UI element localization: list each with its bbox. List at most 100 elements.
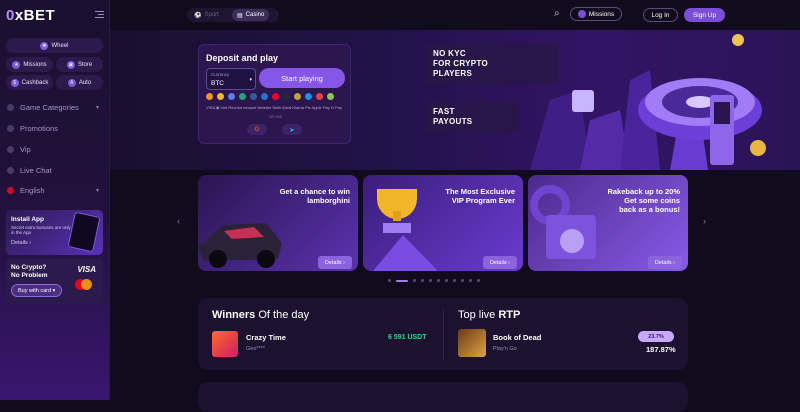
- trx-icon: [272, 93, 279, 100]
- pagination-dot[interactable]: [453, 279, 456, 282]
- promo-title: Rakeback up to 20% Get some coins back a…: [607, 187, 680, 214]
- doge-icon: [294, 93, 301, 100]
- pagination-dot[interactable]: [469, 279, 472, 282]
- crypto-icons-row: [206, 93, 334, 100]
- deposit-card: Deposit and play Currency BTC ▾ Start pl…: [198, 44, 351, 144]
- ltc-icon: [250, 93, 257, 100]
- missions-top-button[interactable]: Missions: [570, 7, 622, 21]
- sidebar-item-game-categories[interactable]: Game Categories: [7, 103, 104, 112]
- promo-card-lamborghini[interactable]: Get a chance to win lamborghini Details …: [198, 175, 358, 271]
- uk-flag-icon: [7, 187, 14, 194]
- pagination-dot[interactable]: [445, 279, 448, 282]
- pagination-dot[interactable]: [421, 279, 424, 282]
- sidebar-item-live-chat[interactable]: Live Chat: [7, 166, 52, 175]
- visa-logo: VISA: [77, 265, 96, 274]
- search-icon[interactable]: ⌕: [554, 8, 560, 19]
- pagination-dot[interactable]: [388, 279, 391, 282]
- casino-icon: ▤: [237, 12, 243, 19]
- deposit-title: Deposit and play: [206, 53, 279, 63]
- cashback-icon: $: [10, 78, 19, 87]
- promotions-icon: [7, 125, 14, 132]
- sport-icon: ⚽: [194, 12, 202, 19]
- carousel-pagination: [388, 279, 480, 282]
- store-icon: ▣: [66, 60, 75, 69]
- usdt-icon: [239, 93, 246, 100]
- coin-stack-image: [530, 185, 596, 259]
- avax-icon: [316, 93, 323, 100]
- phone-image: [67, 211, 101, 253]
- currency-select[interactable]: Currency BTC ▾: [206, 68, 256, 90]
- sidebar-item-vip[interactable]: Vip: [7, 145, 31, 154]
- car-image: [198, 223, 282, 268]
- promo-title: The Most Exclusive VIP Program Ever: [445, 187, 515, 205]
- missions-icon: [577, 10, 586, 18]
- rtp-heading: Top live RTP: [458, 309, 521, 321]
- promo-details-button[interactable]: Details ›: [647, 256, 682, 269]
- chevron-down-icon: ▾: [95, 188, 99, 194]
- book-of-dead-thumbnail[interactable]: [458, 329, 486, 357]
- signup-button[interactable]: Sign Up: [684, 8, 725, 22]
- wheel-button[interactable]: ✺ Wheel: [6, 38, 103, 53]
- winners-heading: Winners Of the day: [212, 309, 310, 321]
- store-button[interactable]: ▣ Store: [56, 57, 103, 72]
- cashback-button[interactable]: $ Cashback: [6, 75, 53, 90]
- sidebar-item-language[interactable]: English: [7, 186, 45, 195]
- auto-icon: A: [67, 78, 76, 87]
- missions-button[interactable]: ★ Missions: [6, 57, 53, 72]
- promo-details-button[interactable]: Details ›: [482, 256, 517, 269]
- eth-icon: [228, 93, 235, 100]
- game-categories-icon: [7, 104, 14, 111]
- chevron-down-icon: ▾: [95, 105, 99, 111]
- pagination-dot[interactable]: [477, 279, 480, 282]
- btc-icon: [206, 93, 213, 100]
- start-playing-button[interactable]: Start playing: [259, 68, 345, 88]
- google-login-button[interactable]: G: [247, 124, 267, 135]
- wheel-icon: ✺: [40, 41, 49, 50]
- install-app-card[interactable]: Install App Secret extra bonuses are onl…: [6, 210, 103, 255]
- ton-icon: [305, 93, 312, 100]
- tab-sport[interactable]: ⚽ Sport: [189, 9, 224, 21]
- payment-methods-row: VISA ◉ Volt Revolut neosurf Neteller Skr…: [206, 105, 342, 110]
- chevron-down-icon: ▾: [249, 77, 252, 83]
- pagination-dot[interactable]: [437, 279, 440, 282]
- sidebar: 0xBET ✺ Wheel ★ Missions ▣ Store $ Cashback …: [0, 0, 110, 400]
- sport-casino-tabs: ⚽ Sport ▤ Casino: [187, 8, 279, 22]
- promo-card-rakeback[interactable]: Rakeback up to 20% Get some coins back a…: [528, 175, 688, 271]
- menu-toggle-icon[interactable]: [95, 11, 104, 18]
- tab-casino[interactable]: ▤ Casino: [232, 9, 270, 21]
- mastercard-logo: [75, 279, 92, 290]
- pagination-dot[interactable]: [461, 279, 464, 282]
- install-details-link[interactable]: Details ›: [11, 240, 31, 246]
- auto-button[interactable]: A Auto: [56, 75, 103, 90]
- sidebar-item-promotions[interactable]: Promotions: [7, 124, 58, 133]
- pagination-dot[interactable]: [413, 279, 416, 282]
- rtp-badge: 23.7%: [638, 331, 674, 342]
- chat-icon: [7, 167, 14, 174]
- xrp-icon: [283, 93, 290, 100]
- missions-icon: ★: [12, 60, 21, 69]
- promo-card-vip[interactable]: The Most Exclusive VIP Program Ever Deta…: [363, 175, 523, 271]
- pagination-dot[interactable]: [429, 279, 432, 282]
- logo[interactable]: 0xBET: [6, 7, 55, 24]
- google-icon: G: [254, 126, 260, 133]
- divider: [443, 308, 444, 360]
- carousel-prev-icon[interactable]: ‹: [177, 216, 180, 226]
- telegram-login-button[interactable]: ➤: [282, 124, 302, 135]
- buy-with-card-button[interactable]: Buy with card ▾: [11, 284, 63, 297]
- login-button[interactable]: Log In: [643, 8, 678, 22]
- telegram-icon: ➤: [289, 126, 295, 134]
- vip-icon: [7, 146, 14, 153]
- no-kyc-tag: NO KYC FOR CRYPTO PLAYERS: [426, 44, 559, 84]
- promo-details-button[interactable]: Details ›: [317, 256, 352, 269]
- no-crypto-card: No Crypto? No Problem Buy with card ▾ VIS…: [6, 259, 103, 304]
- bnb-icon: [217, 93, 224, 100]
- fast-payouts-tag: FAST PAYOUTS: [426, 102, 518, 132]
- bch-icon: [327, 93, 334, 100]
- crazy-time-thumbnail[interactable]: [212, 331, 238, 357]
- promo-title: Get a chance to win lamborghini: [279, 187, 350, 205]
- trophy-image: [373, 189, 438, 271]
- pagination-dot-active[interactable]: [396, 279, 408, 282]
- winners-rtp-panel: Winners Of the day Crazy Time Geo**** 6 …: [198, 298, 688, 370]
- next-section-panel: [198, 382, 688, 412]
- carousel-next-icon[interactable]: ›: [703, 216, 706, 226]
